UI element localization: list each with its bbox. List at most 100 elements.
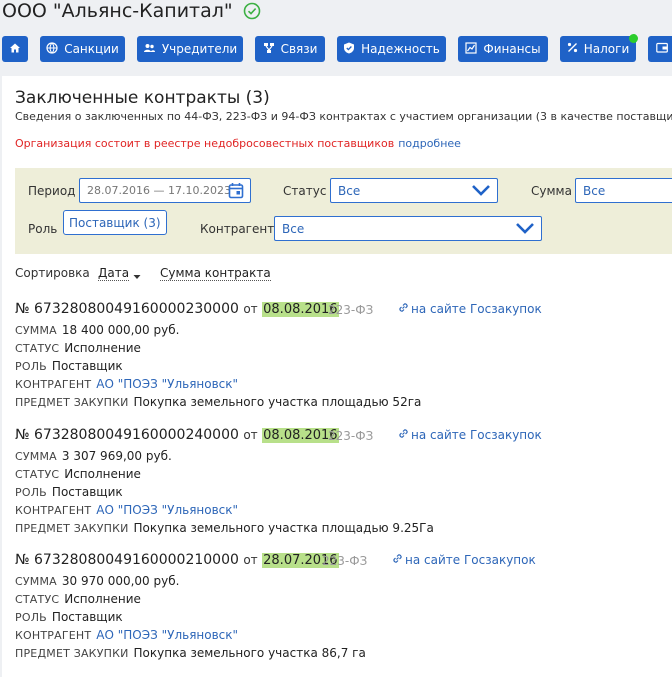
role-key: РОЛЬ bbox=[15, 611, 47, 624]
nav-founders-label: Учредители bbox=[161, 42, 238, 56]
site-link-text: на сайте Госзакупок bbox=[411, 428, 542, 442]
number-prefix: № bbox=[15, 301, 30, 317]
nav-taxes-label: Налоги bbox=[583, 42, 630, 56]
sum-key: СУММА bbox=[15, 450, 57, 463]
status-key: СТАТУС bbox=[15, 593, 60, 606]
status-key: СТАТУС bbox=[15, 468, 60, 481]
number-prefix: № bbox=[15, 552, 30, 568]
check-circle-icon bbox=[243, 2, 261, 20]
contract-sum: 30 970 000,00 руб. bbox=[61, 574, 180, 588]
contract-item: № 67328080049160000210000 от 28.07.2016 … bbox=[15, 552, 672, 662]
status-select[interactable]: Все bbox=[330, 178, 498, 203]
nav-more-button[interactable] bbox=[648, 36, 672, 62]
role-key: РОЛЬ bbox=[15, 360, 47, 373]
contract-role: Поставщик bbox=[51, 485, 123, 499]
company-title: ООО "Альянс-Капитал" bbox=[2, 0, 261, 22]
contract-subject: Покупка земельного участка 86,7 га bbox=[133, 646, 366, 660]
sort-by-date[interactable]: Дата bbox=[98, 266, 130, 281]
counterparty-key: КОНТРАГЕНТ bbox=[15, 504, 92, 517]
role-value: Поставщик (3) bbox=[69, 215, 161, 230]
chevron-down-icon bbox=[471, 183, 491, 200]
contract-header: № 67328080049160000240000 от 08.08.2016 … bbox=[15, 427, 672, 447]
home-icon bbox=[9, 42, 21, 57]
contracts-panel: Заключенные контракты (3) Сведения о зак… bbox=[2, 76, 672, 677]
wallet-icon bbox=[656, 42, 672, 56]
link-icon bbox=[392, 553, 405, 567]
subject-key: ПРЕДМЕТ ЗАКУПКИ bbox=[15, 647, 129, 660]
counterparty-link[interactable]: АО "ПОЭЗ "Ульяновск" bbox=[96, 628, 238, 642]
period-input[interactable]: 28.07.2016 — 17.10.2023 bbox=[79, 178, 251, 203]
warning-text: Организация состоит в реестре недобросов… bbox=[15, 137, 395, 150]
nav-reliability-label: Надежность bbox=[361, 42, 440, 56]
contract-status: Исполнение bbox=[64, 341, 141, 355]
contract-number: 67328080049160000230000 bbox=[34, 301, 239, 317]
from-label: от bbox=[243, 302, 258, 316]
from-label: от bbox=[243, 428, 258, 442]
nav-sanctions-button[interactable]: Санкции bbox=[40, 36, 125, 62]
contract-item: № 67328080049160000230000 от 08.08.2016 … bbox=[15, 301, 672, 411]
sum-value: Все bbox=[583, 183, 606, 198]
period-label: Период bbox=[28, 184, 76, 198]
counterparty-value: Все bbox=[282, 221, 305, 236]
site-link-text: на сайте Госзакупок bbox=[411, 302, 542, 316]
contract-role: Поставщик bbox=[51, 359, 123, 373]
shield-check-icon bbox=[343, 42, 361, 57]
number-prefix: № bbox=[15, 427, 30, 443]
section-title: Заключенные контракты (3) bbox=[15, 88, 270, 108]
calendar-icon bbox=[228, 182, 244, 202]
contract-role: Поставщик bbox=[51, 610, 123, 624]
counterparty-link[interactable]: АО "ПОЭЗ "Ульяновск" bbox=[96, 377, 238, 391]
goszakupki-link[interactable]: на сайте Госзакупок bbox=[398, 302, 542, 316]
goszakupki-link[interactable]: на сайте Госзакупок bbox=[398, 428, 542, 442]
nav-founders-button[interactable]: Учредители bbox=[137, 36, 243, 62]
contract-status: Исполнение bbox=[64, 467, 141, 481]
section-nav: Санкции Учредители Связи Надежность Фина… bbox=[0, 36, 672, 64]
counterparty-key: КОНТРАГЕНТ bbox=[15, 378, 92, 391]
percent-icon bbox=[567, 42, 584, 56]
company-name: ООО "Альянс-Капитал" bbox=[2, 0, 233, 22]
nav-taxes-button[interactable]: Налоги bbox=[560, 36, 636, 62]
counterparty-label: Контрагент bbox=[200, 222, 275, 236]
counterparty-key: КОНТРАГЕНТ bbox=[15, 629, 92, 642]
contract-number: 67328080049160000210000 bbox=[34, 552, 239, 568]
goszakupki-link[interactable]: на сайте Госзакупок bbox=[392, 553, 536, 567]
from-label: от bbox=[243, 553, 258, 567]
role-filter-chip[interactable]: Поставщик (3) bbox=[63, 210, 167, 235]
status-value: Все bbox=[338, 183, 361, 198]
contract-header: № 67328080049160000210000 от 28.07.2016 … bbox=[15, 552, 672, 572]
sort-by-sum[interactable]: Сумма контракта bbox=[160, 266, 271, 281]
network-icon bbox=[263, 42, 281, 57]
chevron-down-icon bbox=[515, 221, 535, 238]
nav-home-button[interactable] bbox=[2, 36, 28, 62]
law-label: 223-ФЗ bbox=[328, 429, 374, 443]
role-label: Роль bbox=[28, 222, 58, 236]
link-icon bbox=[398, 428, 411, 442]
subject-key: ПРЕДМЕТ ЗАКУПКИ bbox=[15, 396, 129, 409]
filters-panel: Период 28.07.2016 — 17.10.2023 Статус Вс… bbox=[15, 168, 672, 254]
contract-status: Исполнение bbox=[64, 592, 141, 606]
sum-key: СУММА bbox=[15, 575, 57, 588]
sort-label: Сортировка bbox=[15, 266, 90, 280]
sum-select[interactable]: Все bbox=[575, 178, 672, 203]
role-key: РОЛЬ bbox=[15, 486, 47, 499]
counterparty-select[interactable]: Все bbox=[274, 216, 542, 241]
contract-number: 67328080049160000240000 bbox=[34, 427, 239, 443]
nav-finance-button[interactable]: Финансы bbox=[458, 36, 548, 62]
contract-sum: 18 400 000,00 руб. bbox=[61, 323, 180, 337]
warning-details-link[interactable]: подробнее bbox=[398, 137, 461, 150]
law-label: 223-ФЗ bbox=[328, 303, 374, 317]
section-subtitle: Сведения о заключенных по 44-ФЗ, 223-ФЗ … bbox=[15, 110, 672, 123]
sort-row: Сортировка Дата Сумма контракта bbox=[15, 266, 271, 281]
status-label: Статус bbox=[283, 184, 327, 198]
contract-subject: Покупка земельного участка площадью 52га bbox=[133, 395, 422, 409]
nav-links-label: Связи bbox=[280, 42, 318, 56]
globe-icon bbox=[46, 41, 64, 57]
period-value: 28.07.2016 — 17.10.2023 bbox=[87, 184, 231, 197]
nav-finance-label: Финансы bbox=[483, 42, 541, 56]
counterparty-link[interactable]: АО "ПОЭЗ "Ульяновск" bbox=[96, 503, 238, 517]
law-label: 223-ФЗ bbox=[322, 554, 368, 568]
contract-sum: 3 307 969,00 руб. bbox=[61, 449, 172, 463]
nav-reliability-button[interactable]: Надежность bbox=[337, 36, 446, 62]
nav-links-button[interactable]: Связи bbox=[255, 36, 325, 62]
sum-label: Сумма bbox=[531, 184, 572, 198]
